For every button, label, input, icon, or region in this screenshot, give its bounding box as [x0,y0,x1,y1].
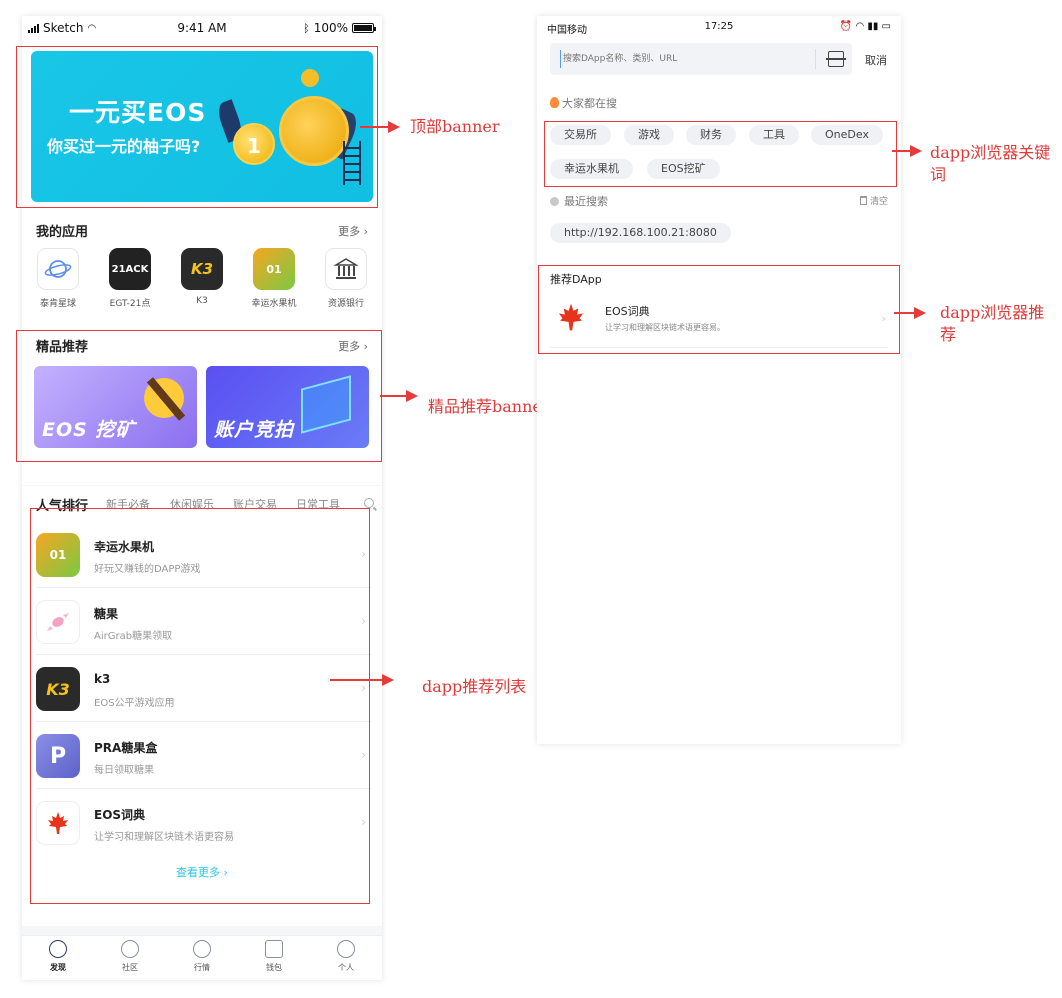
tab-community[interactable]: 社区 [94,940,166,973]
clock-icon [550,197,559,206]
bottom-tabbar: 发现 社区 行情 钱包 个人 [22,935,382,980]
arrow-icon [892,145,922,157]
annotation-browser-keywords: dapp浏览器关键词 [930,143,1051,184]
my-apps-title: 我的应用 [36,225,89,240]
annotation-dapp-list: dapp推荐列表 [422,677,527,696]
status-icons: ⏰ ◠ ▮▮ ▭ [839,21,891,32]
top-banner-highlight [16,46,378,208]
flame-icon [550,97,559,108]
my-apps-row: 泰肯星球 21ACK EGT-21点 K3 K3 01 幸运水果机 资源银行 [22,248,382,318]
app-tether-planet[interactable]: 泰肯星球 [28,248,88,309]
tab-market[interactable]: 行情 [166,940,238,973]
blackjack-icon: 21ACK [109,248,151,290]
fruit-machine-icon: 01 [253,248,295,290]
discover-icon [49,940,67,958]
clear-button[interactable]: 清空 [859,194,888,207]
my-apps-more-link[interactable]: 更多 › [338,223,368,239]
trend-icon [193,940,211,958]
annotation-featured-banner: 精品推荐banner [428,397,550,416]
trash-icon [859,196,867,205]
arrow-icon [360,121,400,133]
battery-percent: 100% [313,21,348,35]
arrow-icon [894,307,926,319]
tab-discover[interactable]: 发现 [22,940,94,973]
planet-icon [121,940,139,958]
recent-search-title: 最近搜索 [550,193,608,209]
bluetooth-icon: ᛒ [303,21,310,35]
keywords-highlight [544,121,897,187]
battery-icon [352,23,376,33]
search-box [550,43,852,75]
app-resource-bank[interactable]: 资源银行 [316,248,376,309]
hot-search-title: 大家都在搜 [550,95,617,111]
tab-wallet[interactable]: 钱包 [238,940,310,973]
recommend-highlight [538,265,900,354]
status-bar: Sketch ◠ 9:41 AM ᛒ 100% [22,16,382,40]
search-input[interactable] [560,50,815,68]
app-fruit-machine[interactable]: 01 幸运水果机 [244,248,304,309]
my-apps-header: 我的应用 更多 › [36,221,368,241]
featured-banner-highlight [16,330,382,462]
cancel-button[interactable]: 取消 [865,52,887,68]
app-egt-21[interactable]: 21ACK EGT-21点 [100,248,160,309]
wallet-icon [265,940,283,958]
app-k3[interactable]: K3 K3 [172,248,232,306]
scan-icon[interactable] [826,51,846,67]
annotation-top-banner: 顶部banner [410,117,500,136]
planet-icon [37,248,79,290]
dapp-list-highlight [30,508,370,904]
annotation-browser-recommend: dapp浏览器推荐 [940,303,1045,344]
arrow-icon [380,390,418,402]
search-icon[interactable] [364,498,374,508]
person-icon [337,940,355,958]
tab-profile[interactable]: 个人 [310,940,382,973]
bank-icon [325,248,367,290]
k3-icon: K3 [181,248,223,290]
recent-search-chip[interactable]: http://192.168.100.21:8080 [550,223,731,243]
status-bar: 中国移动 17:25 ⏰ ◠ ▮▮ ▭ [547,21,891,36]
arrow-icon [330,674,394,686]
